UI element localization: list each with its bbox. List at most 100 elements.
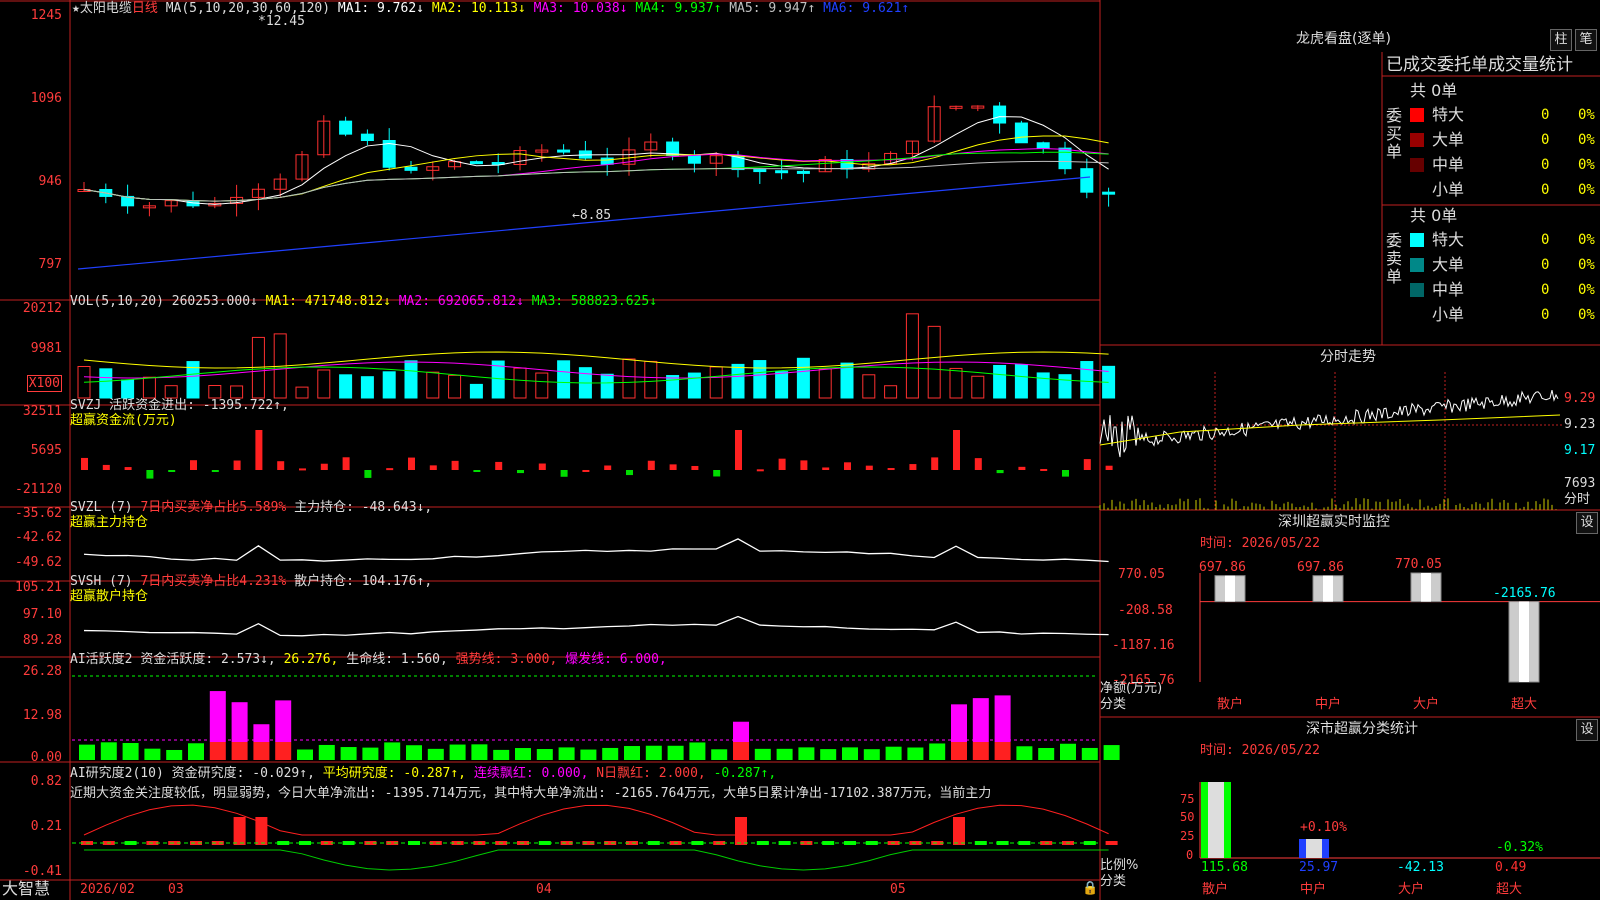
volume-bar	[142, 376, 156, 399]
volume-bar	[535, 372, 549, 399]
sz-net-bar	[1323, 575, 1333, 602]
activity-bar	[253, 724, 270, 742]
fund-flow-bar	[124, 467, 132, 470]
category-value: -42.13	[1397, 860, 1444, 875]
svzl-header: SVZL (7) 7日内买卖净占比5.589% 主力持仓: -48.643↓,	[70, 500, 433, 515]
order-pct: 0%	[1578, 107, 1595, 123]
volume-bar	[404, 360, 418, 399]
candle	[404, 166, 418, 171]
activity-bar	[209, 742, 226, 760]
ma-line	[83, 151, 1109, 202]
trading-terminal: ★太阳电缆日线 MA(5,10,20,30,60,120) MA1: 9.762…	[0, 0, 1600, 900]
volume-bar	[230, 385, 244, 399]
high-price-label: *12.45	[258, 14, 305, 29]
vol-header: VOL(5,10,20) 260253.000↓ MA1: 471748.812…	[70, 294, 658, 309]
order-color-swatch	[1410, 108, 1424, 122]
order-pct: 0%	[1578, 157, 1595, 173]
bar-mode-button[interactable]: 柱	[1550, 29, 1572, 51]
category-bar	[1208, 782, 1224, 858]
fund-flow-bar	[669, 464, 677, 470]
ma-line	[83, 147, 1109, 202]
sz-bar-label: 697.86	[1199, 559, 1246, 575]
fund-flow-bar	[190, 460, 197, 470]
category-value: 25.97	[1299, 860, 1339, 875]
ai-active-axis-3: 0.00	[30, 750, 62, 765]
activity-bar	[1060, 743, 1076, 760]
activity-bar	[427, 748, 444, 760]
retail-holding-line	[83, 615, 1109, 637]
order-color-swatch	[1410, 283, 1424, 297]
activity-bar	[733, 721, 749, 742]
svsh-subtitle: 超赢散户持仓	[70, 589, 149, 604]
order-pct: 0%	[1578, 182, 1595, 198]
cat-xlabel: 分类	[1100, 874, 1127, 889]
order-color-swatch	[1410, 308, 1424, 322]
volume-bar	[360, 376, 374, 399]
activity-bar	[994, 742, 1011, 760]
intraday-vol: 7693	[1564, 476, 1596, 491]
ma-value-1: MA1: 9.762↓	[337, 1, 432, 16]
lock-icon[interactable]: 🔒	[1082, 881, 1098, 896]
fund-flow-bar	[1083, 459, 1091, 470]
activity-bar	[689, 742, 706, 760]
intraday-axis-1: 9.29	[1564, 391, 1596, 406]
category-label: 大户	[1398, 882, 1425, 897]
svzl-subtitle: 超赢主力持仓	[70, 515, 149, 530]
category-value: 115.68	[1201, 860, 1248, 875]
fund-flow-bar	[1040, 468, 1048, 471]
volume-bar	[1014, 364, 1028, 399]
fund-flow-bar	[517, 470, 524, 474]
activity-bar	[624, 746, 640, 760]
sz-ylabel: 净额(万元)	[1100, 681, 1163, 696]
sz-bar-label: 697.86	[1297, 559, 1344, 575]
activity-bar	[231, 742, 248, 760]
cat-axis-2: 50	[1180, 810, 1195, 824]
sz-monitor-settings-button[interactable]: 设	[1576, 512, 1598, 534]
activity-bar	[384, 742, 401, 760]
tick-mode-button[interactable]: 笔	[1575, 29, 1597, 51]
svsh-axis-2: 97.10	[22, 607, 62, 622]
activity-bar	[580, 749, 597, 760]
activity-bar	[449, 744, 466, 760]
candle	[993, 105, 1007, 124]
intraday-vol-unit: 分时	[1564, 492, 1591, 507]
ma-values: MA1: 9.762↓ MA2: 10.113↓ MA3: 10.038↓ MA…	[338, 1, 909, 16]
order-count: 0	[1541, 307, 1550, 323]
activity-bar	[1103, 745, 1120, 760]
activity-bar	[253, 742, 270, 760]
fund-flow-bar	[713, 470, 721, 477]
activity-bar	[100, 742, 117, 760]
volume-bar	[448, 374, 462, 399]
candle	[469, 161, 483, 165]
activity-bar	[1016, 746, 1033, 760]
activity-bar	[231, 702, 248, 742]
volume-bar	[753, 360, 767, 399]
volume-bar	[1058, 374, 1072, 399]
candle	[339, 120, 353, 135]
candle	[1058, 147, 1072, 170]
cat-ylabel: 比例%	[1100, 858, 1139, 873]
star-icon[interactable]: ★	[72, 1, 80, 16]
vol-unit: X100	[26, 375, 62, 392]
activity-bar	[362, 747, 379, 760]
date-label-1: 2026/02	[80, 882, 135, 897]
sz-net-bar	[1421, 573, 1431, 602]
fund-flow-bar	[320, 463, 328, 470]
fund-flow-bar	[299, 468, 306, 471]
activity-bar	[929, 743, 946, 760]
volume-bar	[469, 383, 483, 399]
order-pct: 0%	[1578, 282, 1595, 298]
main-holding-line	[83, 538, 1109, 563]
category-label: 中户	[1300, 882, 1327, 897]
intraday-axis-2: 9.23	[1564, 417, 1596, 432]
candle	[1036, 142, 1050, 149]
fund-flow-bar	[1105, 465, 1113, 470]
period-label[interactable]: 日线	[132, 1, 158, 16]
activity-bar	[776, 748, 793, 760]
fund-flow-bar	[735, 430, 742, 470]
activity-bar	[733, 742, 749, 760]
order-size-label: 特大	[1432, 230, 1465, 249]
activity-bar	[667, 745, 684, 760]
brand-logo: 大智慧	[2, 879, 51, 898]
sz-category-settings-button[interactable]: 设	[1576, 719, 1598, 741]
